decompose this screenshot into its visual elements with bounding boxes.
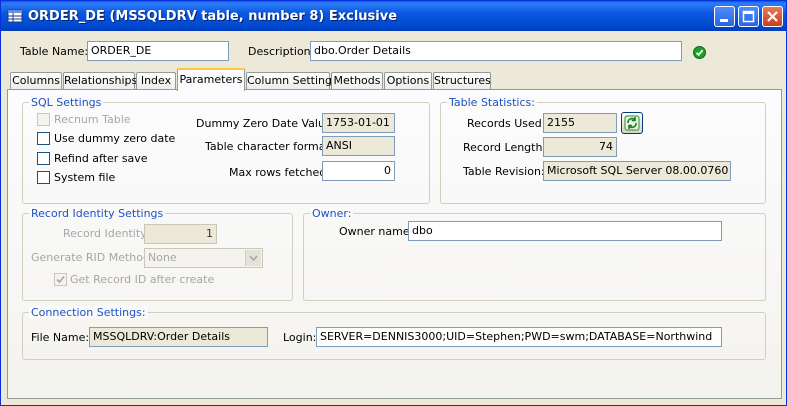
max-rows-input[interactable]: 0 xyxy=(322,161,395,181)
recnum-table-checkbox[interactable] xyxy=(37,113,50,126)
file-name-field[interactable]: MSSQLDRV:Order Details xyxy=(89,327,268,347)
record-length-label: Record Length: xyxy=(463,141,547,154)
generate-rid-select[interactable]: None xyxy=(144,248,263,268)
owner-name-input[interactable]: dbo xyxy=(408,221,722,241)
refresh-icon xyxy=(624,115,640,131)
maximize-icon xyxy=(742,10,755,23)
use-dummy-zero-date-label: Use dummy zero date xyxy=(54,132,176,145)
get-record-id-label: Get Record ID after create xyxy=(70,273,215,286)
tab-methods[interactable]: Methods xyxy=(331,72,383,90)
record-identity-label: Record Identity: xyxy=(63,227,150,240)
checkmark-icon xyxy=(56,275,65,284)
refresh-button[interactable] xyxy=(621,112,643,134)
table-icon xyxy=(7,8,23,24)
connection-settings-title: Connection Settings: xyxy=(29,306,148,319)
table-name-label: Table Name: xyxy=(20,45,89,58)
maximize-button[interactable] xyxy=(738,6,759,27)
record-identity-title: Record Identity Settings xyxy=(29,207,166,220)
minimize-icon xyxy=(720,19,728,22)
table-revision-label: Table Revision: xyxy=(463,165,545,178)
record-identity-field[interactable]: 1 xyxy=(144,224,217,244)
table-properties-window: ORDER_DE (MSSQLDRV table, number 8) Excl… xyxy=(0,0,787,406)
recnum-table-label: Recnum Table xyxy=(54,113,131,126)
window-title: ORDER_DE (MSSQLDRV table, number 8) Excl… xyxy=(28,9,398,24)
close-icon xyxy=(767,11,778,22)
table-name-input[interactable]: ORDER_DE xyxy=(87,41,229,61)
chevron-down-icon xyxy=(245,250,261,266)
generate-rid-label: Generate RID Method xyxy=(31,251,150,264)
system-file-checkbox[interactable] xyxy=(37,171,50,184)
dummy-zero-date-field[interactable]: 1753-01-01 xyxy=(322,113,395,133)
record-length-field[interactable]: 74 xyxy=(543,137,617,157)
login-input[interactable]: SERVER=DENNIS3000;UID=Stephen;PWD=swm;DA… xyxy=(316,327,722,347)
refind-after-save-label: Refind after save xyxy=(54,152,148,165)
records-used-label: Records Used: xyxy=(467,117,546,130)
tab-column-settings[interactable]: Column Settings xyxy=(246,72,338,90)
owner-name-label: Owner name: xyxy=(339,225,414,238)
description-label: Description: xyxy=(248,45,315,58)
login-label: Login: xyxy=(283,331,317,344)
max-rows-label: Max rows fetched: xyxy=(229,166,330,179)
system-file-label: System file xyxy=(54,171,116,184)
table-char-format-label: Table character format: xyxy=(205,140,334,153)
tab-options[interactable]: Options xyxy=(384,72,432,90)
description-input[interactable]: dbo.Order Details xyxy=(310,41,682,61)
tab-parameters[interactable]: Parameters xyxy=(177,68,245,91)
tab-index[interactable]: Index xyxy=(136,72,176,90)
check-circle-icon xyxy=(693,46,706,59)
refind-after-save-checkbox[interactable] xyxy=(37,152,50,165)
tab-relationships[interactable]: Relationships xyxy=(63,72,137,90)
sql-settings-title: SQL Settings xyxy=(29,96,104,109)
tab-structures[interactable]: Structures xyxy=(433,72,491,90)
close-button[interactable] xyxy=(762,6,783,27)
minimize-button[interactable] xyxy=(714,6,735,27)
generate-rid-value: None xyxy=(148,251,177,264)
tab-columns[interactable]: Columns xyxy=(10,72,62,90)
get-record-id-checkbox[interactable] xyxy=(54,273,67,286)
table-revision-field[interactable]: Microsoft SQL Server 08.00.0760 xyxy=(543,161,731,181)
table-statistics-title: Table Statistics: xyxy=(447,96,537,109)
table-char-format-field[interactable]: ANSI xyxy=(322,136,395,156)
use-dummy-zero-date-checkbox[interactable] xyxy=(37,132,50,145)
title-bar[interactable]: ORDER_DE (MSSQLDRV table, number 8) Excl… xyxy=(1,1,786,31)
owner-title: Owner: xyxy=(310,207,354,220)
records-used-field[interactable]: 2155 xyxy=(543,113,617,133)
file-name-label: File Name: xyxy=(31,331,90,344)
dummy-zero-date-label: Dummy Zero Date Value: xyxy=(196,117,336,130)
